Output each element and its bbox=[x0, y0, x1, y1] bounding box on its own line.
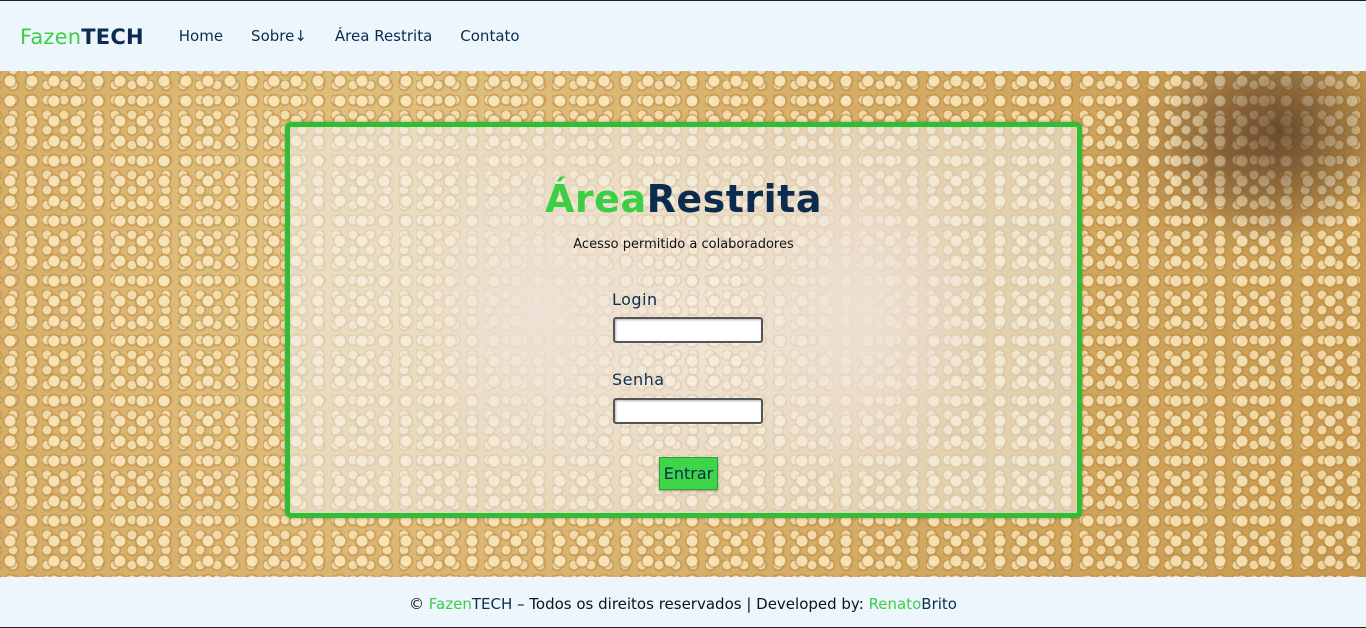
footer-dev-last: Brito bbox=[921, 595, 957, 613]
site-logo[interactable]: FazenTECH bbox=[20, 25, 144, 49]
footer: © FazenTECH – Todos os direitos reservad… bbox=[0, 577, 1366, 628]
navbar: FazenTECH Home Sobre↓ Área Restrita Cont… bbox=[0, 0, 1366, 71]
login-form: ÁreaRestrita Acesso permitido a colabora… bbox=[285, 122, 1082, 518]
nav-link-home[interactable]: Home bbox=[179, 27, 223, 45]
login-input[interactable] bbox=[613, 317, 763, 343]
logo-text-fazen: Fazen bbox=[20, 25, 82, 49]
nav-link-area-restrita[interactable]: Área Restrita bbox=[335, 27, 432, 45]
title-part-area: Área bbox=[545, 177, 647, 221]
page-title: ÁreaRestrita bbox=[290, 177, 1077, 221]
footer-rights-text: – Todos os direitos reservados | Develop… bbox=[517, 595, 864, 613]
login-subtitle: Acesso permitido a colaboradores bbox=[573, 237, 794, 252]
footer-dev-first: Renato bbox=[868, 595, 922, 613]
copyright-icon: © bbox=[409, 595, 424, 613]
submit-button[interactable]: Entrar bbox=[659, 457, 718, 490]
person-hair bbox=[1130, 71, 1366, 301]
main-nav: Home Sobre↓ Área Restrita Contato bbox=[179, 27, 548, 45]
title-part-restrita: Restrita bbox=[646, 177, 822, 221]
nav-link-sobre-dropdown[interactable]: Sobre↓ bbox=[251, 27, 307, 45]
logo-text-tech: TECH bbox=[81, 25, 144, 49]
nav-link-contato[interactable]: Contato bbox=[460, 27, 519, 45]
password-input[interactable] bbox=[613, 398, 763, 424]
footer-brand-fazen: Fazen bbox=[428, 595, 472, 613]
footer-brand-tech: TECH bbox=[471, 595, 513, 613]
password-label: Senha bbox=[612, 370, 665, 389]
login-label: Login bbox=[612, 290, 658, 309]
